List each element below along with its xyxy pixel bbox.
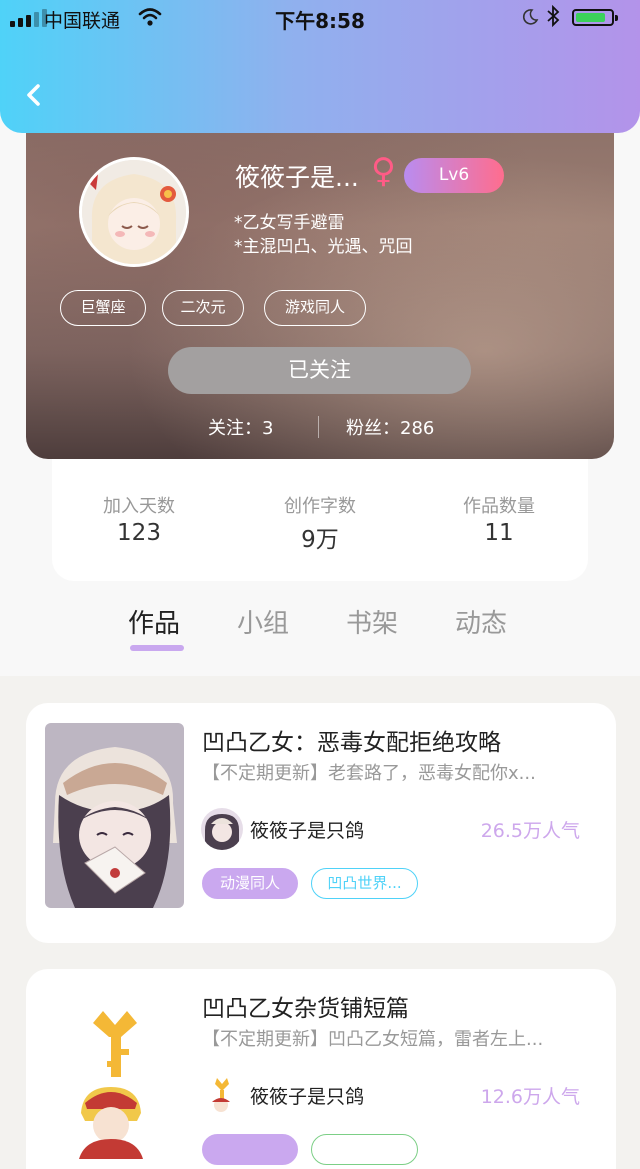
popularity-count: 12.6万人气 (480, 1086, 580, 1108)
work-description: 【不定期更新】老套路了，恶毒女配你x... (202, 763, 536, 784)
moon-icon (521, 8, 539, 31)
author-avatar[interactable] (201, 1074, 243, 1116)
stats-panel: 加入天数 123 创作字数 9万 作品数量 11 (52, 440, 588, 581)
work-cover-image[interactable] (45, 989, 184, 1159)
tab-bookshelf[interactable]: 书架 (346, 603, 398, 640)
level-badge: Lv6 (404, 158, 504, 193)
tab-groups[interactable]: 小组 (237, 603, 289, 640)
profile-tag[interactable]: 巨蟹座 (60, 290, 146, 326)
work-card[interactable]: 凹凸乙女杂货铺短篇 【不定期更新】凹凸乙女短篇，雷者左上... 筱筱子是只鸽 1… (26, 969, 616, 1169)
bluetooth-icon (546, 4, 560, 32)
work-tag[interactable]: 凹凸世界... (311, 868, 418, 899)
following-count[interactable]: 关注：3 (208, 414, 273, 440)
fans-count[interactable]: 粉丝：286 (346, 414, 434, 440)
profile-card: 筱筱子是... ♀ Lv6 *乙女写手避雷 *主混凹凸、光遇、咒回 巨蟹座 二次… (26, 100, 614, 459)
work-title[interactable]: 凹凸乙女：恶毒女配拒绝攻略 (202, 723, 501, 757)
avatar[interactable] (79, 157, 189, 267)
stat-value: 11 (484, 520, 514, 546)
female-icon: ♀ (371, 151, 396, 191)
stat-join-days: 加入天数 123 (69, 492, 209, 546)
stat-label: 创作字数 (284, 496, 356, 517)
work-title[interactable]: 凹凸乙女杂货铺短篇 (202, 989, 409, 1023)
divider (318, 416, 319, 438)
back-button[interactable] (18, 78, 50, 112)
work-tag[interactable]: 动漫同人 (202, 868, 298, 899)
work-description: 【不定期更新】凹凸乙女短篇，雷者左上... (202, 1029, 544, 1050)
bio-line-1: *乙女写手避雷 (234, 213, 345, 233)
battery-icon (572, 9, 618, 26)
stat-label: 作品数量 (463, 496, 535, 517)
stat-value: 123 (117, 520, 161, 546)
chevron-left-icon (27, 84, 40, 106)
author-avatar[interactable] (201, 808, 243, 850)
nickname: 筱筱子是... (235, 163, 359, 192)
author-name[interactable]: 筱筱子是只鸽 (250, 1082, 364, 1109)
profile-tag[interactable]: 游戏同人 (264, 290, 366, 326)
stat-label: 加入天数 (103, 496, 175, 517)
tab-works[interactable]: 作品 (128, 603, 180, 640)
bio-line-2: *主混凹凸、光遇、咒回 (234, 237, 413, 257)
work-card[interactable]: 凹凸乙女：恶毒女配拒绝攻略 【不定期更新】老套路了，恶毒女配你x... 筱筱子是… (26, 703, 616, 943)
header-bar: 中国联通 下午8:58 (0, 0, 640, 133)
work-cover-image[interactable] (45, 723, 184, 908)
follow-button[interactable]: 已关注 (168, 347, 471, 394)
stat-value: 9万 (301, 527, 339, 553)
stat-word-count: 创作字数 9万 (250, 492, 390, 554)
status-time: 下午8:58 (275, 9, 365, 33)
status-bar: 中国联通 下午8:58 (0, 0, 640, 36)
popularity-count: 26.5万人气 (480, 820, 580, 842)
profile-tag[interactable]: 二次元 (162, 290, 244, 326)
tab-activity[interactable]: 动态 (455, 603, 507, 640)
active-tab-indicator (130, 645, 184, 651)
author-name[interactable]: 筱筱子是只鸽 (250, 816, 364, 843)
stat-work-count: 作品数量 11 (429, 492, 569, 546)
